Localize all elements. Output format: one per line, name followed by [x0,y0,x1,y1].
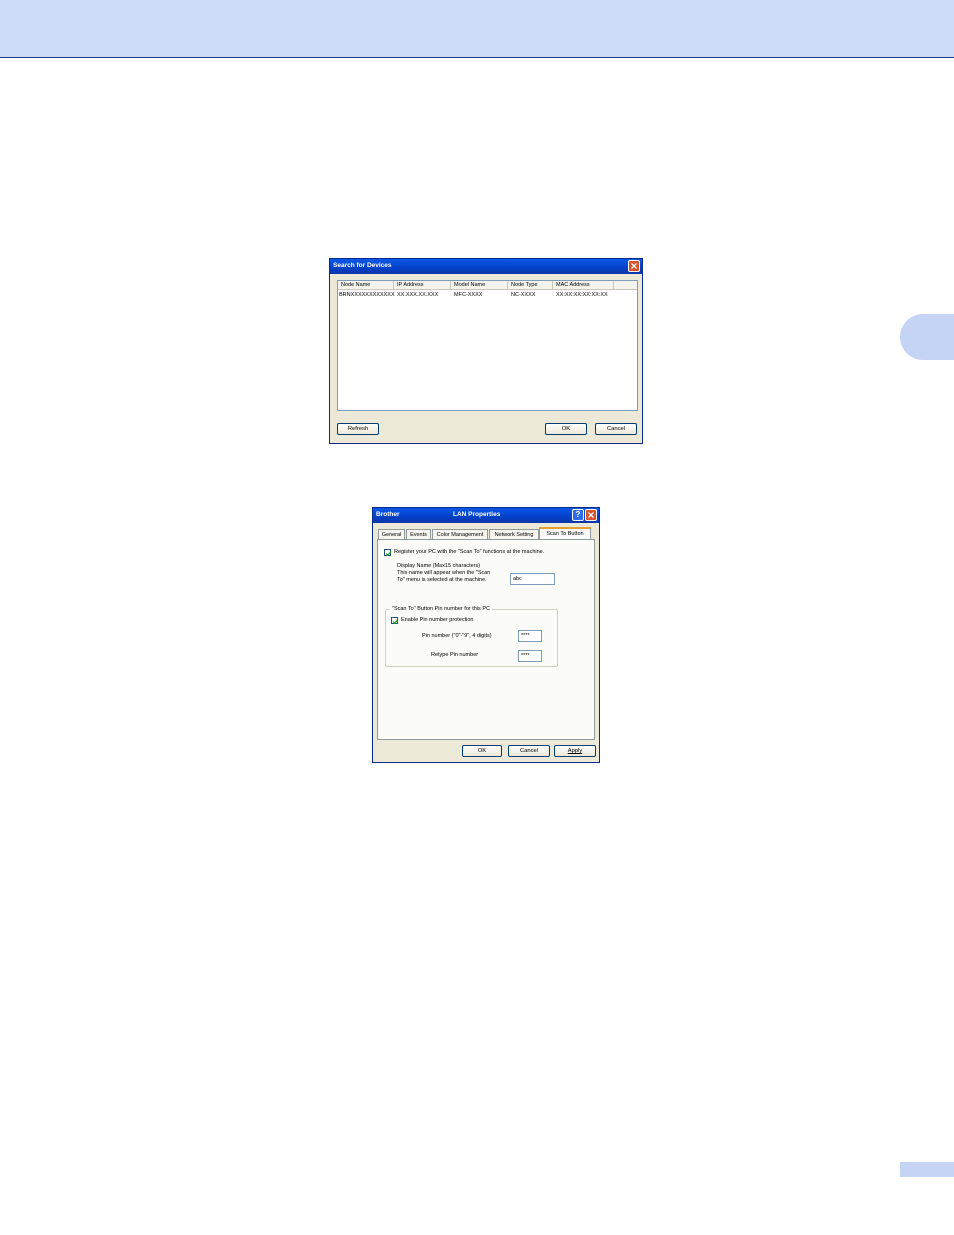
register-checkbox[interactable] [384,549,392,557]
device-list[interactable]: Node Name IP Address Model Name Node Typ… [337,280,638,411]
cell-mac-address: XX:XX:XX:XX:XX:XX [556,292,608,298]
column-header-node-name[interactable]: Node Name [338,281,394,290]
cell-node-name: BRNXXXXXXXXXXXX [339,292,395,298]
pin-number-input[interactable]: **** [518,630,542,642]
help-icon: ? [575,510,581,519]
close-icon [588,512,594,518]
checkmark-icon [385,551,392,557]
pin-number-label: Pin number ("0"-"9", 4 digits) [422,633,492,639]
register-label: Register your PC with the "Scan To" func… [394,549,545,555]
help-button[interactable]: ? [572,509,584,521]
display-name-hint-2: To" menu is selected at the machine. [397,577,487,583]
column-header-ip-address[interactable]: IP Address [394,281,451,290]
column-header-node-type[interactable]: Node Type [508,281,553,290]
dialog-title: LAN Properties [453,511,501,518]
device-list-header: Node Name IP Address Model Name Node Typ… [338,281,637,290]
list-item[interactable]: BRNXXXXXXXXXXXX XX.XXX.XX.XXX MFC-XXXX N… [338,291,637,299]
close-button[interactable] [628,260,640,272]
enable-pin-checkbox[interactable] [391,617,399,625]
chapter-side-tab [900,314,954,360]
titlebar: Brother LAN Properties ? [373,508,599,523]
cell-model-name: MFC-XXXX [454,292,483,298]
lan-properties-dialog: Brother LAN Properties ? General Events … [372,507,600,763]
apply-button[interactable]: Apply [554,745,596,757]
retype-pin-label: Retype Pin number [431,652,479,658]
page-header-band [0,0,954,58]
cancel-button[interactable]: Cancel [595,423,637,435]
cell-node-type: NC-XXXX [511,292,536,298]
enable-pin-label: Enable Pin number protection [401,617,474,623]
ok-button[interactable]: OK [545,423,587,435]
column-header-model-name[interactable]: Model Name [451,281,508,290]
close-button[interactable] [585,509,597,521]
page-number-badge [900,1162,954,1177]
search-for-devices-dialog: Search for Devices Node Name IP Address … [329,258,643,444]
pin-group-title: "Scan To" Button Pin number for this PC [390,606,492,613]
titlebar: Search for Devices [330,259,642,274]
display-name-input[interactable]: abc [510,573,555,585]
retype-pin-input[interactable]: **** [518,650,542,662]
refresh-button[interactable]: Refresh [337,423,379,435]
close-icon [631,263,637,269]
ok-button[interactable]: OK [462,745,502,757]
cell-ip-address: XX.XXX.XX.XXX [397,292,439,298]
dialog-title-app: Brother [376,511,400,518]
display-name-label: Display Name (Max15 characters) [397,563,481,569]
pin-number-group: "Scan To" Button Pin number for this PC … [385,606,558,667]
display-name-hint-1: This name will appear when the "Scan [397,570,491,576]
checkmark-icon [392,619,399,625]
column-header-mac-address[interactable]: MAC Address [553,281,614,290]
scan-to-button-panel: Register your PC with the "Scan To" func… [377,539,595,740]
dialog-title: Search for Devices [333,262,392,269]
cancel-button[interactable]: Cancel [508,745,550,757]
